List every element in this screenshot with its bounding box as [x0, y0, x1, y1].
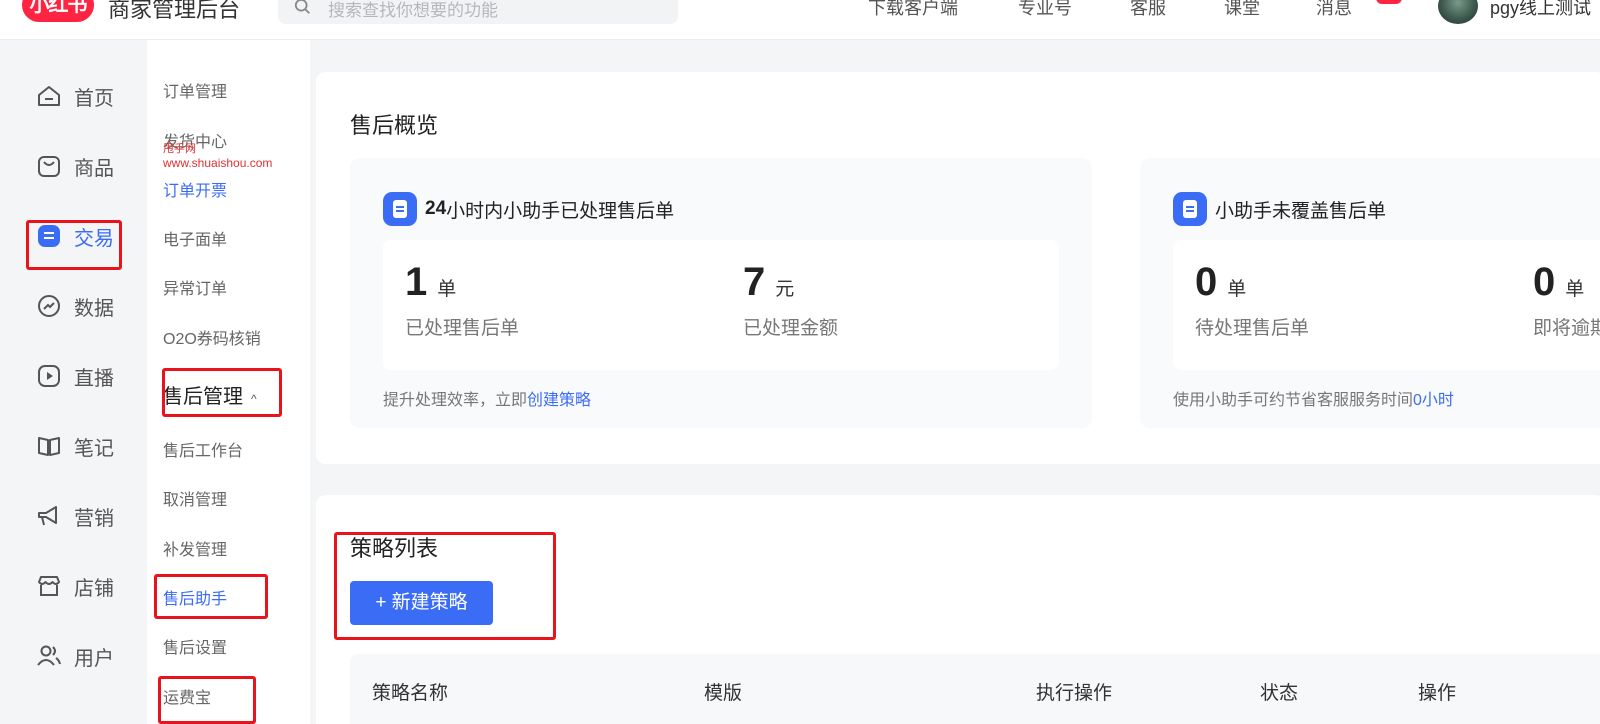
stat-label: 已处理售后单	[405, 318, 520, 339]
stat-unit: 单	[1227, 279, 1247, 300]
stat-value: 0	[1533, 260, 1556, 304]
home-icon	[38, 86, 60, 106]
annotation-box-after-sales	[162, 368, 282, 417]
book-icon	[38, 437, 60, 456]
annotation-box-strategy	[334, 532, 556, 640]
play-icon	[38, 365, 60, 387]
column-action: 执行操作	[1036, 683, 1113, 704]
search-box[interactable]: 搜索查找你想要的功能	[278, 0, 678, 24]
nav-item-label: 直播	[74, 367, 114, 390]
nav-item-users[interactable]: 用户	[36, 638, 136, 674]
stat-unit: 单	[1565, 279, 1585, 300]
nav-item-label: 营销	[74, 507, 114, 530]
subnav-item-o2o-coupon[interactable]: O2O券码核销	[163, 325, 261, 349]
annotation-box-trade	[26, 220, 122, 270]
pro-account-link[interactable]: 专业号	[1018, 0, 1072, 20]
megaphone-icon	[38, 506, 57, 526]
messages-link[interactable]: 消息	[1316, 0, 1352, 20]
nav-item-marketing[interactable]: 营销	[36, 498, 136, 534]
overview-panel: 售后概览 24 小时内小助手已处理售后单 1单 已处理售后单 7元 已处理金额 提…	[316, 72, 1600, 464]
search-input[interactable]: 搜索查找你想要的功能	[328, 0, 498, 21]
subnav-item-abnormal-orders[interactable]: 异常订单	[163, 275, 227, 299]
subnav-item-cancel-management[interactable]: 取消管理	[163, 486, 227, 510]
stat-processed-amount: 7元 已处理金额	[743, 260, 838, 340]
footer-text: 使用小助手可约节省客服服务时间	[1173, 392, 1414, 409]
subnav-item-after-sales-workbench[interactable]: 售后工作台	[163, 437, 243, 461]
main-nav: 首页 商品 交易 数据 直播 笔记 营销 店铺 用户	[0, 40, 147, 724]
column-template: 模版	[704, 683, 743, 704]
saved-hours-link[interactable]: 0小时	[1413, 392, 1454, 409]
stat-label: 待处理售后单	[1195, 318, 1310, 339]
message-badge	[1376, 0, 1402, 4]
stat-pending-orders: 0单 待处理售后单	[1195, 260, 1309, 340]
top-bar: 小红书 商家管理后台 搜索查找你想要的功能 下载客户端 专业号 客服 课堂 消息…	[0, 0, 1600, 40]
nav-item-home[interactable]: 首页	[36, 78, 136, 114]
create-strategy-link[interactable]: 创建策略	[527, 392, 591, 409]
stat-unit: 元	[775, 279, 795, 300]
nav-item-label: 首页	[74, 87, 114, 110]
assistant-uncovered-card: 小助手未覆盖售后单 0单 待处理售后单 0单 即将逾期 使用小助手可约节省客服服…	[1140, 158, 1600, 428]
card-header-label: 小时内小助手已处理售后单	[446, 200, 675, 222]
stat-label: 即将逾期	[1533, 318, 1600, 339]
watermark-url: www.shuaishou.com	[163, 156, 273, 170]
subnav-item-e-waybill[interactable]: 电子面单	[163, 226, 227, 250]
stats-box: 1单 已处理售后单 7元 已处理金额	[383, 240, 1059, 370]
nav-item-live[interactable]: 直播	[36, 358, 136, 394]
stat-unit: 单	[437, 279, 457, 300]
username[interactable]: pgy线上测试	[1490, 0, 1591, 20]
strategy-table-header: 策略名称 模版 执行操作 状态 操作	[350, 654, 1600, 724]
subnav-item-reship-management[interactable]: 补发管理	[163, 536, 227, 560]
nav-item-label: 商品	[74, 157, 114, 180]
card-header: 24 小时内小助手已处理售后单	[383, 192, 674, 226]
store-icon	[38, 576, 60, 596]
app-title: 商家管理后台	[108, 0, 241, 22]
search-icon	[294, 0, 310, 14]
doc-icon	[1173, 192, 1207, 226]
nav-item-label: 数据	[74, 297, 114, 320]
assistant-processed-card: 24 小时内小助手已处理售后单 1单 已处理售后单 7元 已处理金额 提升处理效率…	[350, 158, 1092, 428]
stat-near-overdue: 0单 即将逾期	[1533, 260, 1600, 340]
stat-processed-orders: 1单 已处理售后单	[405, 260, 519, 340]
classroom-link[interactable]: 课堂	[1224, 0, 1260, 20]
avatar[interactable]	[1438, 0, 1478, 24]
users-icon	[37, 645, 61, 666]
stats-box: 0单 待处理售后单 0单 即将逾期	[1173, 240, 1600, 370]
nav-item-label: 用户	[74, 647, 114, 670]
doc-icon	[383, 192, 417, 226]
nav-item-store[interactable]: 店铺	[36, 568, 136, 604]
stat-label: 已处理金额	[743, 318, 839, 339]
card-header-label: 小助手未覆盖售后单	[1215, 200, 1387, 222]
column-operations: 操作	[1418, 683, 1457, 704]
subnav-item-after-sales-settings[interactable]: 售后设置	[163, 634, 227, 658]
chart-trend-icon	[38, 295, 60, 317]
column-strategy-name: 策略名称	[372, 683, 449, 704]
column-status: 状态	[1260, 683, 1299, 704]
nav-item-product[interactable]: 商品	[36, 148, 136, 184]
nav-item-label: 笔记	[74, 437, 114, 460]
download-client-link[interactable]: 下载客户端	[868, 0, 958, 20]
annotation-box-freight	[158, 676, 256, 724]
card-footer: 提升处理效率，立即创建策略	[383, 386, 591, 410]
product-bag-icon	[38, 156, 60, 177]
overview-title: 售后概览	[350, 113, 439, 138]
nav-item-data[interactable]: 数据	[36, 288, 136, 324]
brand-logo[interactable]: 小红书	[22, 0, 94, 22]
subnav-item-invoice[interactable]: 订单开票	[163, 177, 227, 201]
subnav-item-order-management[interactable]: 订单管理	[163, 78, 227, 102]
card-footer: 使用小助手可约节省客服服务时间0小时	[1173, 386, 1454, 410]
stat-value: 1	[405, 260, 428, 304]
nav-item-label: 店铺	[74, 577, 114, 600]
card-header-hours: 24	[425, 198, 447, 219]
footer-text: 提升处理效率，立即	[383, 392, 528, 409]
watermark-text: 甩手网	[163, 143, 196, 155]
annotation-box-assistant	[154, 574, 268, 619]
customer-service-link[interactable]: 客服	[1130, 0, 1166, 20]
nav-item-notes[interactable]: 笔记	[36, 428, 136, 464]
stat-value: 0	[1195, 260, 1218, 304]
card-header: 小助手未覆盖售后单	[1173, 192, 1386, 226]
stat-value: 7	[743, 260, 766, 304]
